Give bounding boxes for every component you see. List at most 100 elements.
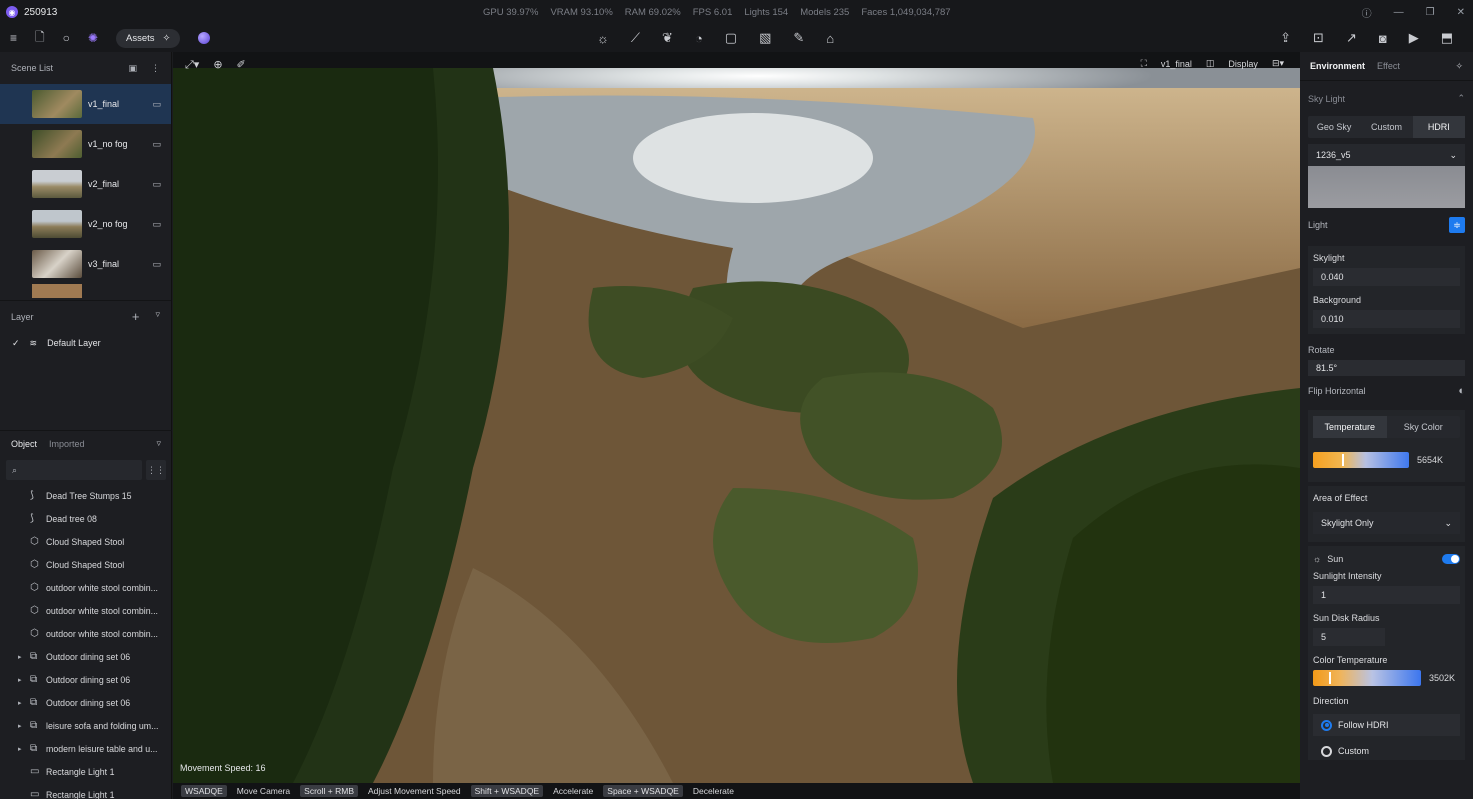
terrain-icon[interactable]: ⌂ xyxy=(826,31,834,46)
sky-mode-hdri[interactable]: HDRI xyxy=(1412,116,1465,138)
temperature-handle[interactable] xyxy=(1341,454,1344,466)
object-row[interactable]: ⬡ outdoor white stool combin... xyxy=(0,622,172,645)
camera-icon[interactable]: ▭ xyxy=(152,139,161,150)
close-icon[interactable]: ✕ xyxy=(1457,7,1465,18)
expand-arrow-icon[interactable]: ▸ xyxy=(18,699,30,707)
assets-button[interactable]: Assets ✧ xyxy=(115,28,181,48)
radio-unselected-icon[interactable] xyxy=(1321,745,1332,757)
object-row[interactable]: ▸ ⧉ modern leisure table and u... xyxy=(0,737,172,760)
magic-icon[interactable]: ✧ xyxy=(1455,61,1463,72)
scene-item-v2-final[interactable]: v2_final ▭ xyxy=(0,164,171,204)
export-icon[interactable]: ⬒ xyxy=(1441,30,1453,46)
tab-imported[interactable]: Imported xyxy=(49,439,85,449)
color-temp-handle[interactable] xyxy=(1329,672,1332,684)
sun-toggle[interactable] xyxy=(1442,554,1460,564)
camera-icon[interactable]: ◙ xyxy=(1379,31,1387,46)
object-row[interactable]: ▸ ⧉ Outdoor dining set 06 xyxy=(0,645,172,668)
eyedropper-icon[interactable]: ✐ xyxy=(237,58,246,72)
scene-item-v2-no-fog[interactable]: v2_no fog ▭ xyxy=(0,204,171,244)
display-button[interactable]: Display xyxy=(1228,59,1258,69)
new-file-icon[interactable]: 🗋 xyxy=(35,28,45,49)
object-row[interactable]: ⬡ Cloud Shaped Stool xyxy=(0,530,172,553)
direction-follow-hdri[interactable]: Follow HDRI xyxy=(1313,714,1460,736)
add-layer-icon[interactable]: + xyxy=(132,309,140,324)
more-icon[interactable]: ⋮ xyxy=(151,63,160,74)
object-row[interactable]: ▸ ⧉ Outdoor dining set 06 xyxy=(0,668,172,691)
expand-arrow-icon[interactable]: ▸ xyxy=(18,653,30,661)
drop-icon[interactable]: ◔ xyxy=(695,31,703,46)
camera-icon[interactable]: ▭ xyxy=(152,259,161,270)
collapse-icon[interactable]: ▿ xyxy=(155,309,160,324)
scene-item-v1-final[interactable]: v1_final ▭ xyxy=(0,84,171,124)
tab-object[interactable]: Object xyxy=(11,439,37,449)
tab-temperature[interactable]: Temperature xyxy=(1313,416,1387,438)
camera-icon[interactable]: ▭ xyxy=(152,99,161,110)
scene-item-v1-no-fog[interactable]: v1_no fog ▭ xyxy=(0,124,171,164)
box-icon[interactable]: ▢ xyxy=(725,30,737,46)
temperature-slider[interactable] xyxy=(1313,452,1409,468)
skylight-input[interactable]: 0.040 xyxy=(1313,268,1460,286)
tab-environment[interactable]: Environment xyxy=(1310,61,1365,71)
help-icon[interactable]: ⓘ xyxy=(1362,5,1372,20)
object-row[interactable]: ⟆ Dead tree 08 xyxy=(0,507,172,530)
object-row[interactable]: ▸ ⧉ leisure sofa and folding um... xyxy=(0,714,172,737)
expand-arrow-icon[interactable]: ▸ xyxy=(18,676,30,684)
object-row[interactable]: ▭ Rectangle Light 1 xyxy=(0,783,172,799)
transform-icon[interactable]: ⤢▾ xyxy=(185,58,199,72)
share-icon[interactable]: ↗ xyxy=(1346,30,1357,46)
restore-icon[interactable]: ❐ xyxy=(1426,7,1435,18)
vr-icon[interactable]: ⊡ xyxy=(1313,30,1324,46)
scene-item-v3-final[interactable]: v3_final ▭ xyxy=(0,244,171,284)
object-row[interactable]: ⬡ outdoor white stool combin... xyxy=(0,599,172,622)
sun-disk-input[interactable]: 5 xyxy=(1313,628,1385,646)
object-search-input[interactable]: ⌕ xyxy=(6,460,142,480)
tab-effect[interactable]: Effect xyxy=(1377,61,1400,71)
sun-intensity-input[interactable]: 1 xyxy=(1313,586,1460,604)
sky-mode-geo-sky[interactable]: Geo Sky xyxy=(1308,116,1360,138)
add-camera-icon[interactable]: ▣ xyxy=(128,63,137,74)
camera-icon[interactable]: ▭ xyxy=(152,219,161,230)
hdri-preview[interactable] xyxy=(1308,166,1465,208)
layer-item-default[interactable]: ✓ ≋ Default Layer xyxy=(0,332,171,354)
object-row[interactable]: ⟆ Dead Tree Stumps 15 xyxy=(0,484,172,507)
expand-arrow-icon[interactable]: ▸ xyxy=(18,722,30,730)
tab-sky-color[interactable]: Sky Color xyxy=(1387,416,1461,438)
upload-icon[interactable]: ⇪ xyxy=(1280,30,1291,46)
light-bulb-icon[interactable]: ☼ xyxy=(597,31,609,46)
collapse-icon[interactable]: ▿ xyxy=(156,438,161,449)
material-orb-icon[interactable] xyxy=(198,32,211,44)
globe-icon[interactable]: ⊕ xyxy=(213,58,222,72)
object-row[interactable]: ▸ ⧉ Outdoor dining set 06 xyxy=(0,691,172,714)
leaf-icon[interactable]: ❦ xyxy=(662,30,673,46)
filter-grid-icon[interactable]: ⋮⋮ xyxy=(146,460,166,480)
chat-icon[interactable]: ○ xyxy=(63,31,70,45)
radio-selected-icon[interactable] xyxy=(1321,719,1332,731)
direction-custom[interactable]: Custom xyxy=(1313,742,1460,760)
hdri-select[interactable]: 1236_v5 ⌄ xyxy=(1308,144,1465,166)
expand-arrow-icon[interactable]: ▸ xyxy=(18,745,30,753)
collapse-icon[interactable]: ⌃ xyxy=(1457,93,1465,104)
pen-icon[interactable]: ✎ xyxy=(793,30,804,46)
video-icon[interactable]: ▶ xyxy=(1409,30,1419,46)
camera-name[interactable]: v1_final xyxy=(1161,59,1192,69)
background-input[interactable]: 0.010 xyxy=(1313,310,1460,328)
object-row[interactable]: ▭ Rectangle Light 1 xyxy=(0,760,172,783)
frame-icon[interactable]: ⛶ xyxy=(1141,58,1147,69)
display-icon[interactable]: ◫ xyxy=(1206,58,1215,69)
ai-icon[interactable]: ✺ xyxy=(88,31,98,45)
object-row[interactable]: ⬡ Cloud Shaped Stool xyxy=(0,553,172,576)
texture-icon[interactable]: ▧ xyxy=(759,30,771,46)
object-row[interactable]: ⬡ outdoor white stool combin... xyxy=(0,576,172,599)
camera-icon[interactable]: ▭ xyxy=(152,179,161,190)
color-temp-slider[interactable] xyxy=(1313,670,1421,686)
view-mode-icon[interactable]: ⊟▾ xyxy=(1272,58,1284,69)
menu-icon[interactable]: ≡ xyxy=(10,31,17,45)
rotate-input[interactable]: 81.5° xyxy=(1308,360,1465,376)
path-icon[interactable]: ⟋ xyxy=(631,30,640,46)
half-circle-toggle-icon[interactable]: ◐ xyxy=(1458,385,1465,397)
sky-mode-custom[interactable]: Custom xyxy=(1360,116,1412,138)
render-viewport[interactable]: ⤢▾ ⊕ ✐ ⛶ v1_final ◫ Display ⊟▾ Movement … xyxy=(173,52,1300,799)
area-select[interactable]: Skylight Only ⌄ xyxy=(1313,512,1460,534)
check-icon[interactable]: ✓ xyxy=(12,338,20,349)
minimize-icon[interactable]: — xyxy=(1394,7,1404,18)
